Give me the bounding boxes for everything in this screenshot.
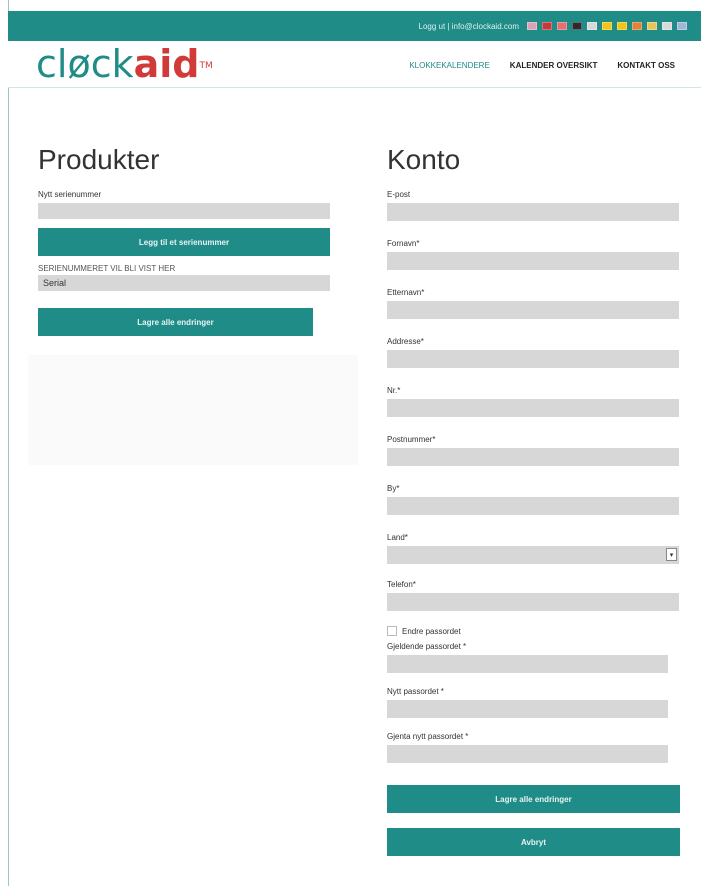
top-bar: Logg ut | info@clockaid.com <box>8 11 701 41</box>
change-password-checkbox[interactable] <box>387 626 397 636</box>
nav-kalender-oversikt[interactable]: KALENDER OVERSIKT <box>510 61 598 70</box>
konto-field-group: Etternavn* <box>387 288 687 337</box>
new-password-input[interactable] <box>387 700 668 718</box>
konto-field-label: Nr.* <box>387 386 401 395</box>
phone-label: Telefon* <box>387 580 416 589</box>
konto-field-group: E-post <box>387 190 687 239</box>
nav-kontakt-oss[interactable]: KONTAKT OSS <box>617 61 675 70</box>
konto-save-button[interactable]: Lagre alle endringer <box>387 785 680 813</box>
change-password-row[interactable]: Endre passordet <box>387 626 687 636</box>
language-flags <box>527 22 687 30</box>
language-flag-icon[interactable] <box>632 22 642 30</box>
site-header: cløckaidTM KLOKKEKALENDERE KALENDER OVER… <box>8 41 701 87</box>
new-password-group: Nytt passordet * <box>387 687 687 718</box>
logo-trademark: TM <box>199 61 213 71</box>
konto-field-label: Fornavn* <box>387 239 420 248</box>
konto-field-group: Fornavn* <box>387 239 687 288</box>
produkter-save-button[interactable]: Lagre alle endringer <box>38 308 313 336</box>
konto-field-input[interactable] <box>387 448 679 466</box>
current-password-input[interactable] <box>387 655 668 673</box>
konto-cancel-button[interactable]: Avbryt <box>387 828 680 856</box>
logo-text-clock: cløck <box>36 42 134 86</box>
produkter-title: Produkter <box>38 144 160 175</box>
chevron-down-icon[interactable]: ▾ <box>666 548 677 561</box>
konto-field-label: By* <box>387 484 400 493</box>
new-password-label: Nytt passordet * <box>387 687 444 696</box>
add-serial-button[interactable]: Legg til et serienummer <box>38 228 330 256</box>
konto-field-input[interactable] <box>387 399 679 417</box>
header-divider <box>8 87 701 88</box>
language-flag-icon[interactable] <box>542 22 552 30</box>
country-select[interactable]: ▾ <box>387 546 679 564</box>
language-flag-icon[interactable] <box>647 22 657 30</box>
konto-field-label: Postnummer* <box>387 435 436 444</box>
konto-title: Konto <box>387 144 461 175</box>
language-flag-icon[interactable] <box>617 22 627 30</box>
language-flag-icon[interactable] <box>527 22 537 30</box>
konto-field-label: E-post <box>387 190 411 199</box>
language-flag-icon[interactable] <box>662 22 672 30</box>
clockaid-logo[interactable]: cløckaidTM <box>36 44 213 84</box>
new-serial-label: Nytt serienummer <box>38 190 102 199</box>
konto-field-input[interactable] <box>387 252 679 270</box>
konto-section: Konto E-post Fornavn* Etternavn* Addresse* N… <box>387 140 687 856</box>
language-flag-icon[interactable] <box>677 22 687 30</box>
country-label: Land* <box>387 533 408 542</box>
country-group: Land* ▾ <box>387 533 687 564</box>
konto-field-group: By* <box>387 484 687 533</box>
repeat-password-label: Gjenta nytt passordet * <box>387 732 469 741</box>
konto-field-group: Postnummer* <box>387 435 687 484</box>
serial-display-label: SERIENUMMERET VIL BLI VIST HER <box>38 264 176 273</box>
language-flag-icon[interactable] <box>587 22 597 30</box>
konto-field-label: Addresse* <box>387 337 424 346</box>
logout-email-links[interactable]: Logg ut | info@clockaid.com <box>419 22 519 31</box>
phone-group: Telefon* <box>387 580 687 611</box>
main-nav: KLOKKEKALENDERE KALENDER OVERSIKT KONTAK… <box>409 61 675 70</box>
produkter-panel-shade <box>28 355 358 465</box>
konto-field-group: Nr.* <box>387 386 687 435</box>
change-password-label: Endre passordet <box>402 626 461 636</box>
produkter-section: Produkter Nytt serienummer Legg til et s… <box>38 140 358 336</box>
nav-klokkekalendere[interactable]: KLOKKEKALENDERE <box>409 61 489 70</box>
page-left-rule <box>8 0 9 886</box>
language-flag-icon[interactable] <box>602 22 612 30</box>
konto-field-group: Addresse* <box>387 337 687 386</box>
language-flag-icon[interactable] <box>557 22 567 30</box>
konto-field-input[interactable] <box>387 497 679 515</box>
repeat-password-input[interactable] <box>387 745 668 763</box>
konto-field-input[interactable] <box>387 350 679 368</box>
phone-input[interactable] <box>387 593 679 611</box>
current-password-label: Gjeldende passordet * <box>387 642 467 651</box>
konto-field-input[interactable] <box>387 301 679 319</box>
konto-field-label: Etternavn* <box>387 288 425 297</box>
repeat-password-group: Gjenta nytt passordet * <box>387 732 687 763</box>
konto-field-input[interactable] <box>387 203 679 221</box>
language-flag-icon[interactable] <box>572 22 582 30</box>
current-password-group: Gjeldende passordet * <box>387 642 687 673</box>
new-serial-input[interactable] <box>38 203 330 219</box>
logo-text-aid: aid <box>133 42 200 86</box>
serial-display-field <box>38 275 330 291</box>
